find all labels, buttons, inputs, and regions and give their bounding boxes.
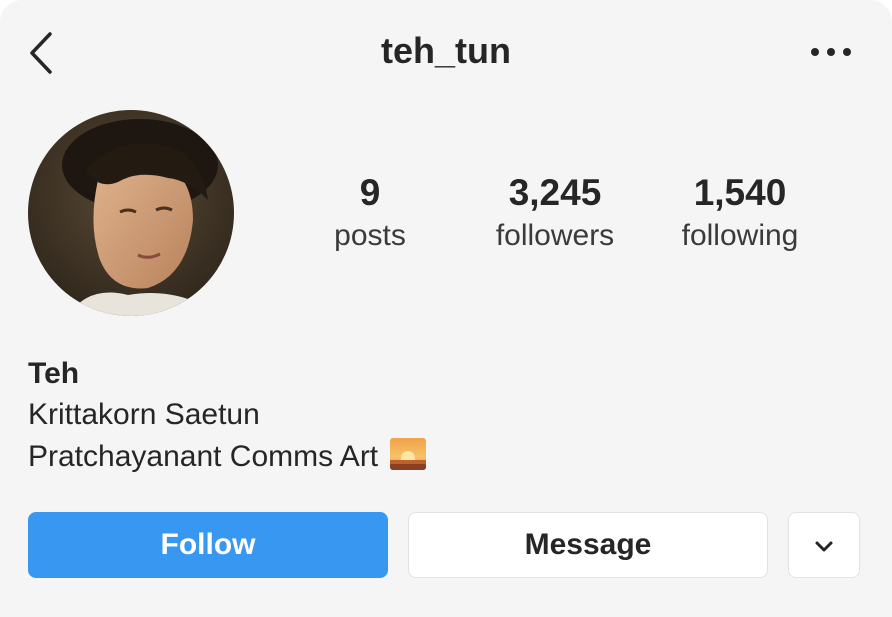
display-name: Teh [28, 357, 80, 390]
followers-count: 3,245 [508, 172, 602, 213]
suggested-dropdown-button[interactable] [788, 512, 860, 578]
avatar[interactable] [28, 110, 234, 316]
follow-button[interactable]: Follow [28, 512, 388, 578]
more-horizontal-icon[interactable] [808, 44, 854, 60]
chevron-down-icon [813, 528, 835, 562]
bio-line-2: Pratchayanant Comms Art [28, 440, 379, 473]
sunset-emoji-icon [390, 438, 427, 470]
profile-bio: Teh Krittakorn Saetun Pratchayanant Comm… [28, 354, 427, 478]
stat-followers[interactable]: 3,245 followers [470, 172, 640, 258]
following-count: 1,540 [693, 172, 787, 213]
following-label: following [681, 219, 799, 252]
posts-count: 9 [359, 172, 381, 213]
stat-posts[interactable]: 9 posts [310, 172, 430, 258]
bio-line-1: Krittakorn Saetun [28, 398, 260, 431]
message-button[interactable]: Message [408, 512, 768, 578]
profile-username: teh_tun [381, 30, 511, 71]
posts-label: posts [334, 219, 406, 252]
profile-screen: teh_tun 9 posts 3,245 followers 1,540 fo… [0, 0, 892, 617]
stat-following[interactable]: 1,540 following [660, 172, 820, 258]
bio-line-2-container: Pratchayanant Comms Art [28, 436, 427, 478]
followers-label: followers [495, 219, 615, 252]
